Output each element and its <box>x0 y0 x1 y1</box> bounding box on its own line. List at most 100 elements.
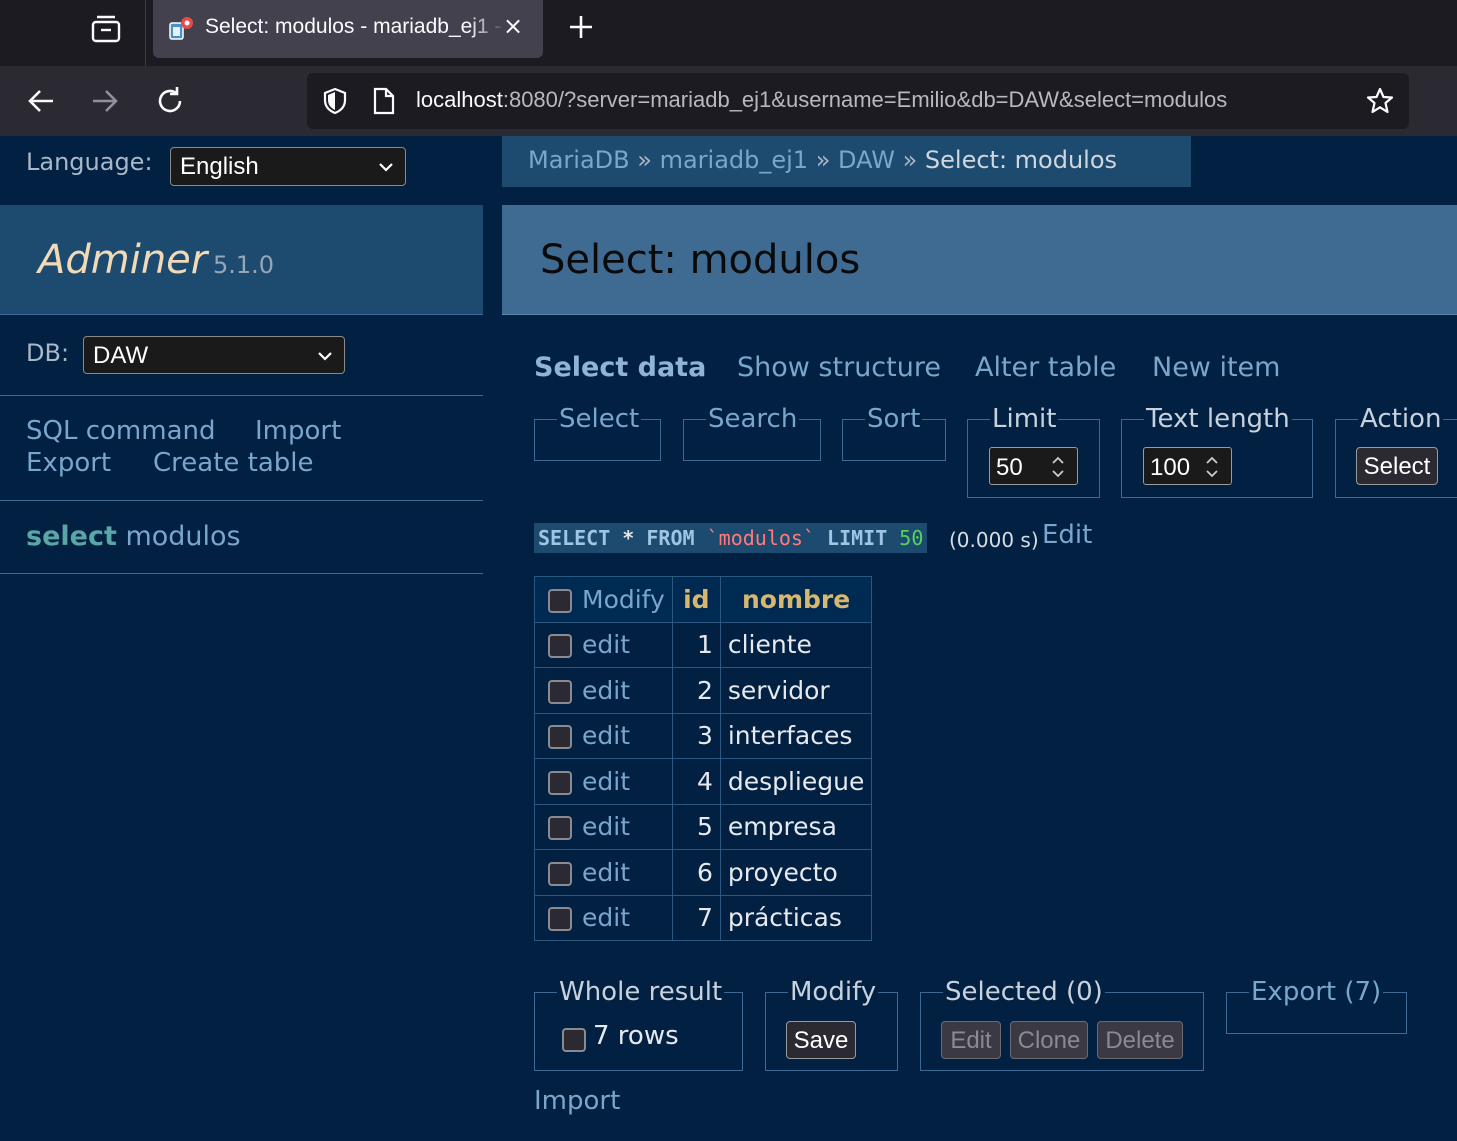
search-fieldset[interactable]: Search <box>683 406 821 461</box>
modify-legend: Modify <box>790 977 877 1007</box>
text-length-legend: Text length <box>1146 404 1290 434</box>
edit-query-link[interactable]: Edit <box>1042 520 1092 550</box>
adminer-logo[interactable]: Adminer <box>38 237 207 283</box>
edit-selected-button[interactable]: Edit <box>941 1021 1001 1059</box>
row-actions-cell: edit <box>534 621 673 668</box>
select-legend[interactable]: Select <box>557 406 641 432</box>
select-button[interactable]: Select <box>1356 447 1438 485</box>
table-structure-link[interactable]: modulos <box>125 521 240 552</box>
column-header-id[interactable]: id <box>671 576 721 623</box>
sql-number: 50 <box>899 526 924 550</box>
row-actions-cell: edit <box>534 894 673 941</box>
sql-keyword: LIMIT <box>827 526 888 550</box>
star-icon[interactable] <box>1365 86 1395 116</box>
sort-fieldset[interactable]: Sort <box>842 406 946 461</box>
whole-result-checkbox[interactable] <box>562 1028 586 1052</box>
select-fieldset[interactable]: Select <box>534 406 661 461</box>
row-checkbox[interactable] <box>548 725 572 750</box>
sidebar-table-item[interactable]: select modulos <box>26 521 241 552</box>
sql-star: * <box>622 526 635 550</box>
row-edit-link[interactable]: edit <box>582 812 630 841</box>
column-header-nombre[interactable]: nombre <box>719 576 873 623</box>
forward-arrow-icon[interactable] <box>88 84 122 118</box>
back-arrow-icon[interactable] <box>24 84 58 118</box>
cell-id: 1 <box>671 621 721 668</box>
cell-nombre: servidor <box>719 667 873 714</box>
row-checkbox[interactable] <box>548 816 572 841</box>
sql-keyword: SELECT <box>538 526 611 550</box>
page-title: Select: modulos <box>540 237 861 283</box>
address-bar[interactable]: localhost:8080/?server=mariadb_ej1&usern… <box>307 73 1409 129</box>
clone-button[interactable]: Clone <box>1010 1021 1088 1059</box>
alter-table-link[interactable]: Alter table <box>975 352 1116 383</box>
table-row: edit 4 despliegue <box>534 758 873 805</box>
breadcrumb-server[interactable]: mariadb_ej1 <box>660 146 809 174</box>
cell-id: 4 <box>671 758 721 805</box>
cell-id: 3 <box>671 712 721 759</box>
create-table-link[interactable]: Create table <box>153 448 314 478</box>
table-row: edit 3 interfaces <box>534 712 873 759</box>
language-select[interactable]: English <box>170 147 406 186</box>
row-count: 7 rows <box>593 1021 679 1051</box>
row-checkbox[interactable] <box>548 770 572 795</box>
select-all-checkbox[interactable] <box>548 588 572 613</box>
url-host: localhost <box>416 87 503 112</box>
sidebar-divider <box>0 395 483 396</box>
breadcrumb-server-type[interactable]: MariaDB <box>528 146 630 174</box>
import-link[interactable]: Import <box>255 416 341 446</box>
delete-button[interactable]: Delete <box>1097 1021 1183 1059</box>
browser-nav-bar: localhost:8080/?server=mariadb_ej1&usern… <box>0 66 1457 136</box>
row-edit-link[interactable]: edit <box>582 767 630 796</box>
text-length-input[interactable]: 100 <box>1143 447 1232 485</box>
adminer-page: Language: English MariaDB » mariadb_ej1 … <box>0 136 1457 1141</box>
sql-command-link[interactable]: SQL command <box>26 416 216 446</box>
search-legend[interactable]: Search <box>706 406 799 432</box>
sql-query: SELECT * FROM `modulos` LIMIT 50 <box>534 523 928 553</box>
show-structure-link[interactable]: Show structure <box>737 352 941 383</box>
limit-input[interactable]: 50 <box>989 447 1078 485</box>
close-icon[interactable]: × <box>503 12 523 40</box>
active-tab[interactable]: Select: modulos - mariadb_ej1 - Adminer … <box>153 0 543 58</box>
row-edit-link[interactable]: edit <box>582 721 630 750</box>
spinner-icon[interactable] <box>1205 454 1219 480</box>
cell-nombre: empresa <box>719 803 873 850</box>
select-data-link[interactable]: Select data <box>534 352 706 383</box>
browser-tab-bar: Select: modulos - mariadb_ej1 - Adminer … <box>0 0 1457 66</box>
import-data-link[interactable]: Import <box>534 1086 620 1116</box>
row-checkbox[interactable] <box>548 679 572 704</box>
modify-header-label[interactable]: Modify <box>582 585 665 614</box>
breadcrumb-database[interactable]: DAW <box>838 146 895 174</box>
row-checkbox[interactable] <box>548 861 572 886</box>
row-edit-link[interactable]: edit <box>582 630 630 659</box>
plus-icon[interactable] <box>566 12 596 42</box>
sidebar-divider <box>0 573 483 574</box>
limit-legend: Limit <box>992 404 1057 434</box>
db-select[interactable]: DAW <box>83 336 345 374</box>
data-table: Modify id nombre edit 1 cliente edit 2 servid… <box>534 576 873 941</box>
row-edit-link[interactable]: edit <box>582 858 630 887</box>
row-edit-link[interactable]: edit <box>582 903 630 932</box>
save-button[interactable]: Save <box>786 1021 856 1059</box>
shield-icon[interactable] <box>321 87 349 115</box>
sql-table: `modulos` <box>706 526 815 550</box>
sort-legend[interactable]: Sort <box>865 406 922 432</box>
export-link[interactable]: Export <box>26 448 111 478</box>
export-fieldset[interactable]: Export (7) <box>1226 979 1407 1034</box>
page-icon[interactable] <box>371 87 397 115</box>
tab-overview-icon[interactable] <box>88 12 124 46</box>
text-length-value: 100 <box>1150 454 1191 481</box>
spinner-icon[interactable] <box>1051 454 1065 480</box>
row-checkbox[interactable] <box>548 907 572 932</box>
new-item-link[interactable]: New item <box>1152 352 1280 383</box>
language-value: English <box>180 153 259 180</box>
reload-icon[interactable] <box>153 84 187 118</box>
tab-title: Select: modulos - mariadb_ej1 - Adminer <box>205 15 505 38</box>
row-edit-link[interactable]: edit <box>582 676 630 705</box>
row-checkbox[interactable] <box>548 634 572 659</box>
cell-nombre: despliegue <box>719 758 873 805</box>
table-row: edit 7 prácticas <box>534 894 873 941</box>
url-text[interactable]: localhost:8080/?server=mariadb_ej1&usern… <box>416 87 1227 113</box>
adminer-version[interactable]: 5.1.0 <box>213 251 274 279</box>
select-table-link[interactable]: select <box>26 521 117 552</box>
export-legend[interactable]: Export (7) <box>1249 979 1383 1005</box>
